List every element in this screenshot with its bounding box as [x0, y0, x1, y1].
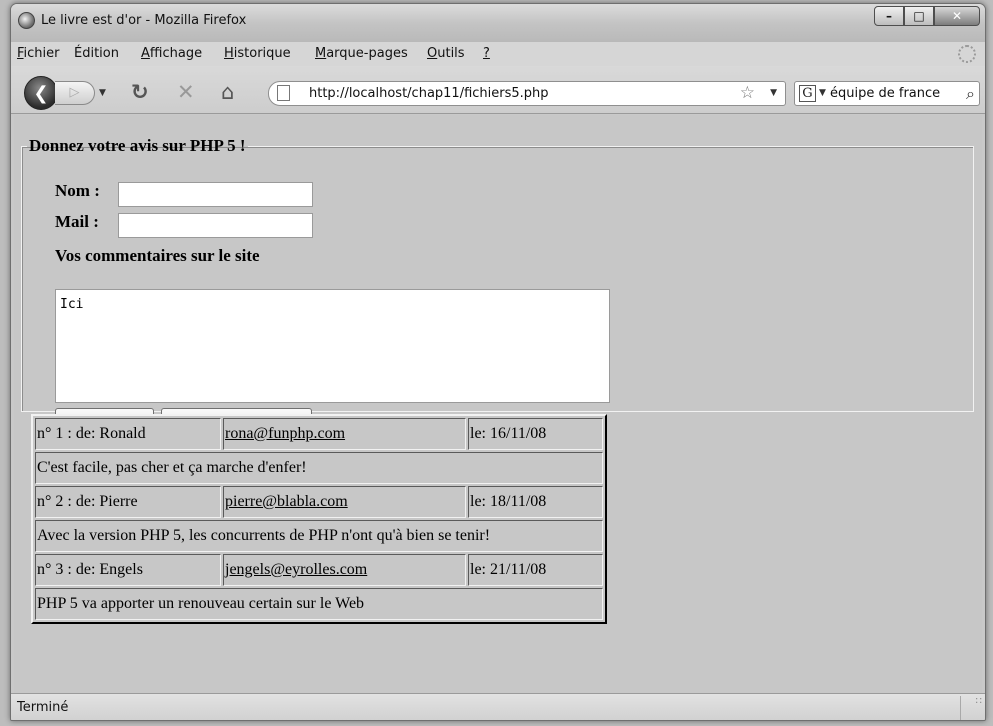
status-text: Terminé [17, 700, 69, 715]
review-email-link[interactable]: pierre@blabla.com [225, 493, 348, 510]
table-row: n° 2 : de: Pierre pierre@blabla.com le: … [35, 486, 603, 518]
review-date: le: 21/11/08 [468, 554, 603, 586]
navigation-toolbar: ❮ ▷ ▼ ↻ ✕ ⌂ http://localhost/chap11/fich… [11, 66, 985, 114]
status-bar: Terminé ∷ [11, 693, 985, 720]
menu-bar: Fichier Édition Affichage Historique Mar… [11, 42, 985, 66]
minimize-button[interactable]: – [874, 6, 904, 26]
review-header: n° 2 : de: Pierre [35, 486, 221, 518]
reload-icon[interactable]: ↻ [131, 80, 149, 104]
nom-label: Nom : [55, 181, 100, 200]
table-row: PHP 5 va apporter un renouveau certain s… [35, 588, 603, 620]
search-bar[interactable]: G ▼ équipe de france ⌕ [794, 81, 980, 106]
table-row: Avec la version PHP 5, les concurrents d… [35, 520, 603, 552]
search-engine-icon[interactable]: G [799, 85, 816, 102]
page-content: Donnez votre avis sur PHP 5 ! Nom : Mail… [14, 115, 982, 693]
reviews-table: n° 1 : de: Ronald rona@funphp.com le: 16… [31, 414, 607, 624]
close-button[interactable]: ✕ [934, 6, 980, 26]
comments-textarea[interactable]: Ici [55, 289, 610, 403]
page-icon [277, 85, 290, 101]
window-controls: – □ ✕ [874, 6, 980, 26]
back-button[interactable]: ❮ [24, 76, 58, 110]
back-arrow-icon: ❮ [33, 82, 49, 104]
browser-window: Le livre est d'or - Mozilla Firefox – □ … [10, 3, 986, 721]
maximize-button[interactable]: □ [904, 6, 934, 26]
table-row: n° 3 : de: Engels jengels@eyrolles.com l… [35, 554, 603, 586]
throbber-icon [958, 45, 976, 63]
mail-input[interactable] [118, 213, 313, 238]
review-email-cell: rona@funphp.com [223, 418, 466, 450]
search-icon[interactable]: ⌕ [966, 84, 975, 104]
review-comment: C'est facile, pas cher et ça marche d'en… [35, 452, 603, 484]
title-bar[interactable]: Le livre est d'or - Mozilla Firefox – □ … [11, 4, 985, 42]
nom-input[interactable] [118, 182, 313, 207]
review-email-link[interactable]: rona@funphp.com [225, 425, 345, 442]
window-title: Le livre est d'or - Mozilla Firefox [41, 13, 247, 28]
review-form: Donnez votre avis sur PHP 5 ! Nom : Mail… [21, 136, 974, 436]
review-comment: PHP 5 va apporter un renouveau certain s… [35, 588, 603, 620]
search-engine-dropdown-icon[interactable]: ▼ [819, 88, 826, 98]
url-bar[interactable]: http://localhost/chap11/fichiers5.php ☆ … [268, 81, 786, 106]
comments-label: Vos commentaires sur le site [55, 246, 260, 265]
url-dropdown-icon[interactable]: ▼ [770, 88, 777, 98]
review-email-cell: pierre@blabla.com [223, 486, 466, 518]
review-header: n° 1 : de: Ronald [35, 418, 221, 450]
menu-outils[interactable]: Outils [427, 46, 465, 61]
home-icon[interactable]: ⌂ [221, 80, 234, 104]
mail-label: Mail : [55, 212, 99, 231]
forward-button[interactable]: ▷ [55, 81, 95, 105]
resize-grip-icon[interactable]: ∷ [960, 696, 982, 720]
review-email-cell: jengels@eyrolles.com [223, 554, 466, 586]
form-legend: Donnez votre avis sur PHP 5 ! [29, 136, 246, 155]
table-row: n° 1 : de: Ronald rona@funphp.com le: 16… [35, 418, 603, 450]
review-comment: Avec la version PHP 5, les concurrents d… [35, 520, 603, 552]
menu-help[interactable]: ? [483, 46, 490, 61]
review-email-link[interactable]: jengels@eyrolles.com [225, 561, 367, 578]
review-header: n° 3 : de: Engels [35, 554, 221, 586]
table-row: C'est facile, pas cher et ça marche d'en… [35, 452, 603, 484]
history-dropdown-icon[interactable]: ▼ [99, 88, 106, 98]
url-text[interactable]: http://localhost/chap11/fichiers5.php [309, 86, 549, 101]
stop-icon[interactable]: ✕ [177, 80, 195, 104]
bookmark-star-icon[interactable]: ☆ [740, 83, 755, 103]
menu-edition[interactable]: Édition [74, 46, 119, 61]
review-date: le: 16/11/08 [468, 418, 603, 450]
review-date: le: 18/11/08 [468, 486, 603, 518]
menu-affichage[interactable]: Affichage [141, 46, 202, 61]
menu-marque-pages[interactable]: Marque-pages [315, 46, 408, 61]
search-input[interactable]: équipe de france [830, 86, 940, 101]
menu-historique[interactable]: Historique [224, 46, 291, 61]
forward-arrow-icon: ▷ [69, 85, 80, 100]
menu-fichier[interactable]: Fichier [17, 46, 60, 61]
firefox-icon [18, 12, 35, 29]
